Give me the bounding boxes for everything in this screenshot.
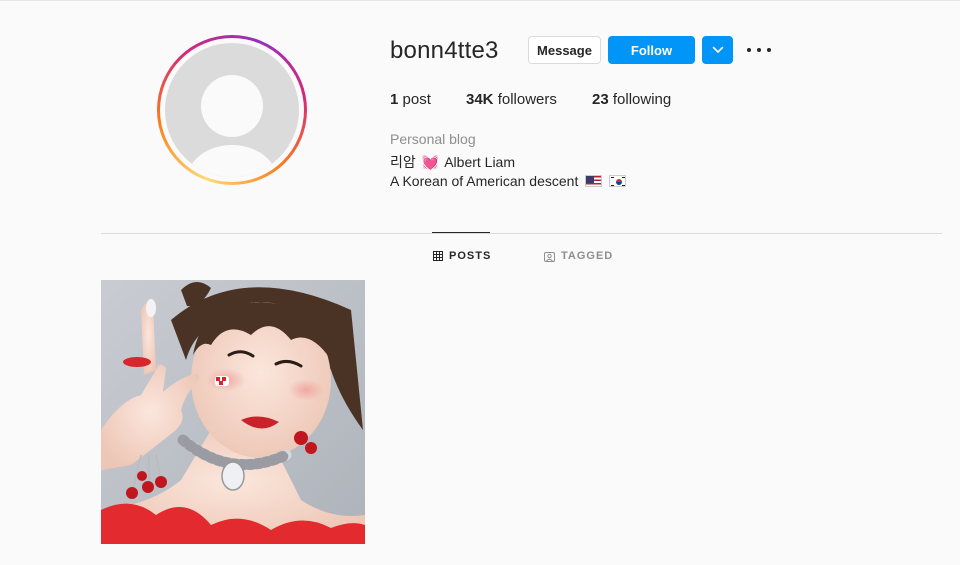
- bio-name-line: 리암 💓 Albert Liam: [390, 152, 515, 172]
- bio-korean-name: 리암: [390, 154, 416, 170]
- following-count-value: 23: [592, 91, 609, 108]
- grid-icon: [433, 251, 443, 261]
- heart-emoji-icon: 💓: [421, 153, 440, 170]
- us-flag-icon: [585, 175, 603, 187]
- post-photo: [101, 280, 365, 544]
- message-button[interactable]: Message: [528, 36, 601, 64]
- suggested-accounts-button[interactable]: [702, 36, 733, 64]
- post-thumbnail[interactable]: [101, 280, 365, 544]
- posts-count-value: 1: [390, 91, 399, 108]
- profile-username: bonn4tte3: [390, 37, 499, 64]
- top-border: [0, 0, 960, 1]
- tab-posts[interactable]: POSTS: [433, 250, 491, 262]
- bio-english-name: Albert Liam: [444, 154, 516, 170]
- followers-link[interactable]: 34K followers: [466, 91, 557, 108]
- followers-count-label: followers: [497, 91, 557, 108]
- profile-avatar-ring[interactable]: [157, 35, 307, 185]
- default-avatar-head-icon: [201, 75, 263, 137]
- followers-count-value: 34K: [466, 91, 494, 108]
- default-avatar-body-icon: [187, 145, 277, 177]
- tab-tagged-label: TAGGED: [561, 250, 614, 262]
- chevron-down-icon: [712, 46, 723, 53]
- bio-category: Personal blog: [390, 131, 476, 147]
- korea-flag-icon: [609, 175, 627, 187]
- more-options-icon[interactable]: [747, 41, 771, 59]
- active-tab-indicator: [432, 232, 490, 233]
- avatar: [165, 43, 299, 177]
- posts-count: 1 post: [390, 91, 431, 108]
- following-count-label: following: [612, 91, 672, 108]
- bio-description-line: A Korean of American descent: [390, 173, 627, 189]
- tabs-divider: [101, 233, 942, 234]
- tab-tagged[interactable]: TAGGED: [544, 250, 613, 262]
- follow-button[interactable]: Follow: [608, 36, 695, 64]
- posts-count-label: post: [402, 91, 431, 108]
- bio-description: A Korean of American descent: [390, 173, 579, 189]
- tag-user-icon: [544, 251, 555, 262]
- tab-posts-label: POSTS: [449, 250, 492, 262]
- following-link[interactable]: 23 following: [592, 91, 671, 108]
